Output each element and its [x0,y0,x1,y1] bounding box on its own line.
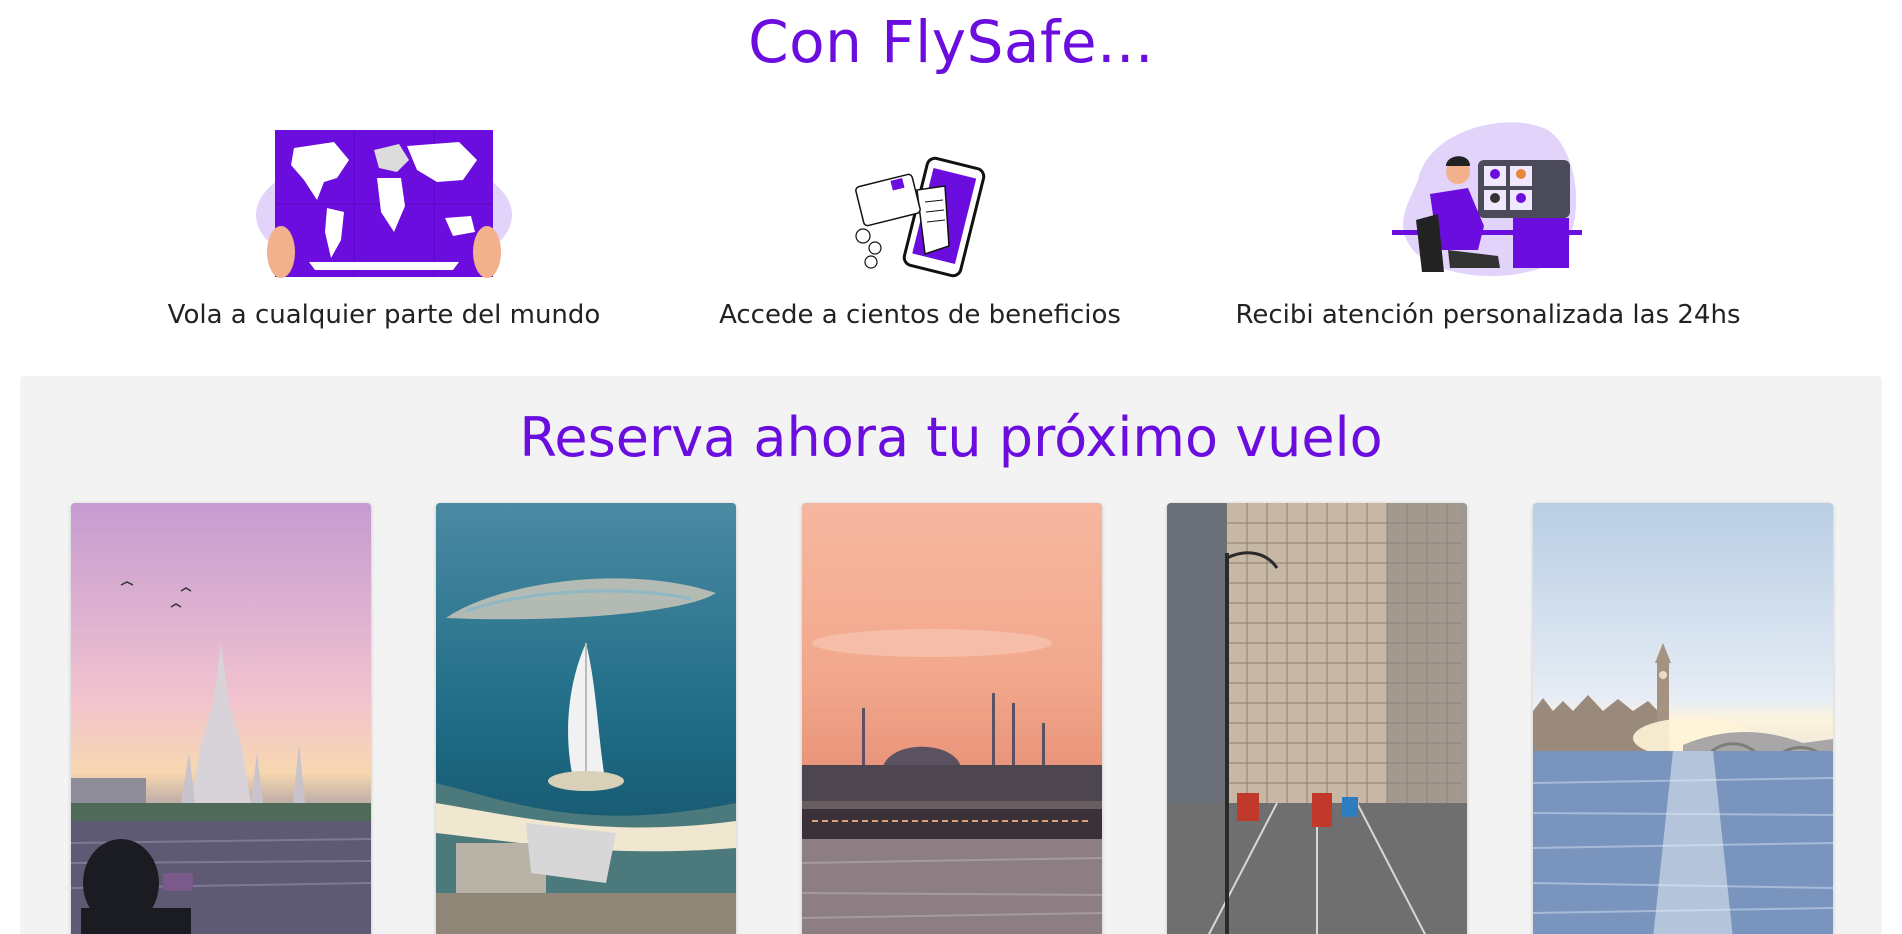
destination-card[interactable] [802,503,1102,934]
feature-benefits: Accede a cientos de beneficios [640,100,1200,330]
phone-payment-illustration [640,100,1200,280]
destination-card[interactable] [1533,503,1833,934]
istanbul-mosque-photo [802,503,1102,934]
booking-section: Reserva ahora tu próximo vuelo [20,376,1882,934]
dubai-burj-al-arab-photo [436,503,736,934]
hong-kong-street-photo [1167,503,1467,934]
support-agent-illustration [1208,100,1768,280]
destination-card[interactable] [436,503,736,934]
features-section: Vola a cualquier parte del mundo Accede … [0,100,1902,340]
feature-worldwide: Vola a cualquier parte del mundo [104,100,664,330]
booking-title: Reserva ahora tu próximo vuelo [519,406,1383,469]
page: Con FlySafe... Vola a cualquier parte de… [0,0,1902,934]
destination-card[interactable] [71,503,371,934]
destination-card[interactable] [1167,503,1467,934]
feature-label: Accede a cientos de beneficios [719,300,1121,330]
feature-support: Recibi atención personalizada las 24hs [1208,100,1768,330]
feature-label: Recibi atención personalizada las 24hs [1235,300,1741,330]
bangkok-temple-photo [71,503,371,934]
feature-label: Vola a cualquier parte del mundo [167,300,601,330]
london-big-ben-photo [1533,503,1833,934]
hero-title: Con FlySafe... [748,8,1154,76]
world-map-illustration [104,100,664,280]
